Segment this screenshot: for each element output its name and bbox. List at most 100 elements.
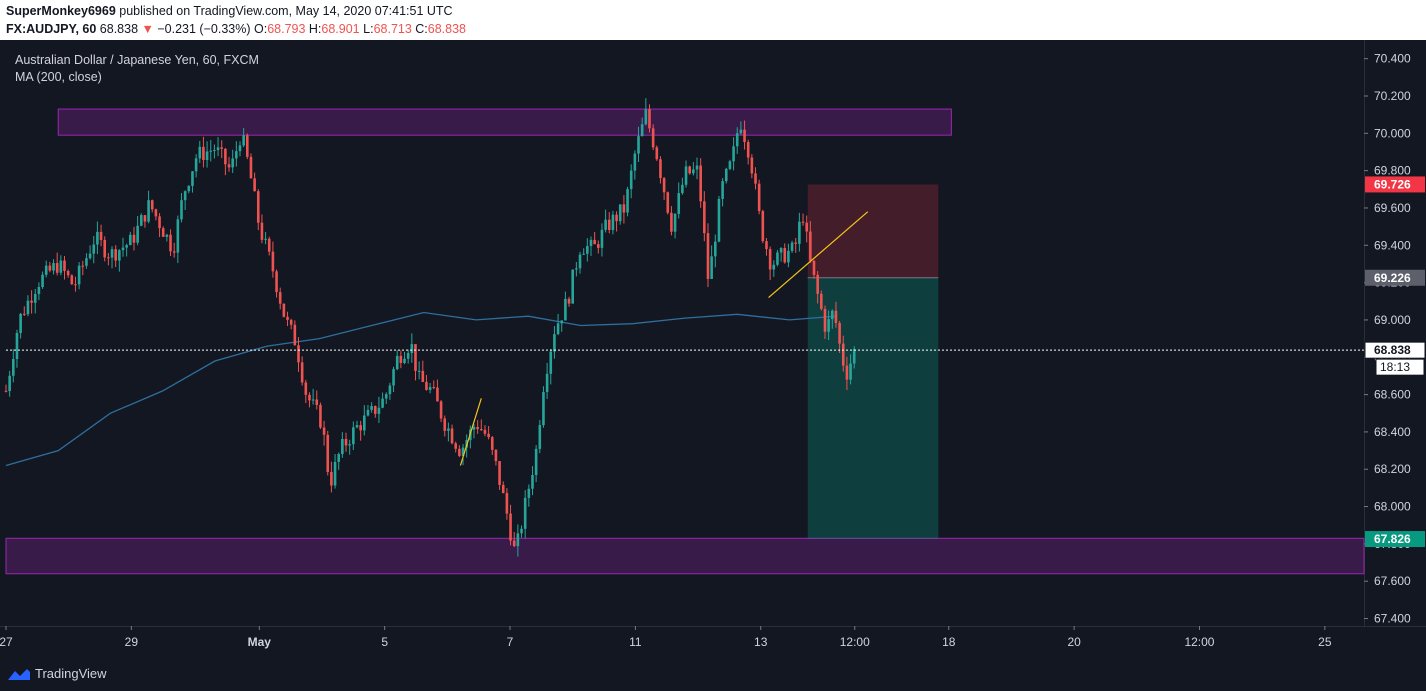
candle-body (531, 475, 534, 489)
x-tick-label: 25 (1318, 635, 1332, 649)
candle-body (534, 448, 538, 476)
x-tick-label: 12:00 (840, 635, 870, 649)
candle-body (176, 219, 180, 253)
candle-body (41, 274, 44, 288)
resistance-support-zone-0 (57, 108, 952, 136)
ma-200-line (5, 311, 837, 467)
candle-body (209, 150, 213, 152)
candle-body (615, 214, 618, 222)
candle-body (341, 438, 344, 455)
candle-body (776, 252, 779, 265)
candle-body (421, 370, 425, 382)
candle-body (202, 146, 205, 161)
low-label: L: (363, 22, 374, 36)
candle-body (713, 241, 717, 257)
candle-body (849, 363, 852, 380)
y-tick-label: 70.200 (1374, 89, 1411, 103)
candle-body (74, 284, 77, 286)
candle-body (165, 234, 169, 237)
candle-body (125, 245, 128, 248)
candle-body (659, 159, 662, 179)
chart-legend: Australian Dollar / Japanese Yen, 60, FX… (15, 52, 259, 86)
candle-body (103, 239, 107, 258)
candle-body (242, 135, 245, 146)
price-label-entry: 69.226 (1374, 271, 1411, 285)
candle-body (673, 213, 677, 232)
candle-body (132, 234, 136, 243)
candle-body (809, 231, 812, 261)
candle-body (172, 251, 176, 253)
candle-body (30, 300, 33, 303)
candle-body (352, 427, 355, 445)
candle-body (523, 497, 527, 529)
candle-body (161, 228, 165, 237)
y-tick-label: 69.800 (1374, 164, 1411, 178)
candle-body (633, 153, 637, 171)
candle-body (85, 258, 88, 266)
candle-body (322, 427, 326, 435)
candle-body (139, 215, 143, 226)
candle-body (26, 300, 30, 315)
publisher-name[interactable]: SuperMonkey6969 (6, 4, 116, 18)
candle-body (246, 135, 249, 157)
close-label: C: (415, 22, 428, 36)
candle-body (443, 418, 447, 431)
indicator-label[interactable]: MA (200, close) (15, 69, 259, 86)
open-label: O: (253, 22, 268, 36)
candle-body (410, 344, 414, 354)
candle-body (593, 239, 596, 245)
candle-body (330, 471, 333, 486)
x-tick-label: 18 (942, 635, 956, 649)
candle-body (772, 264, 776, 270)
candle-body (487, 433, 490, 438)
candle-body (699, 165, 702, 202)
candle-body (81, 265, 85, 267)
candle-body (63, 260, 66, 271)
tradingview-logo[interactable]: TradingView (7, 666, 107, 681)
candle-body (651, 128, 655, 148)
candle-body (586, 246, 589, 254)
y-tick-label: 68.400 (1374, 425, 1411, 439)
candle-body (403, 358, 406, 364)
x-tick-label: 7 (507, 635, 514, 649)
candle-body (96, 231, 99, 245)
candle-body (428, 387, 432, 390)
candle-body (395, 355, 399, 370)
candle-body (490, 437, 494, 450)
candle-body (406, 353, 410, 359)
candle-body (553, 334, 556, 352)
candle-body (213, 150, 216, 152)
price-change: −0.231 (−0.33%) (157, 22, 251, 36)
candle-body (575, 268, 578, 270)
candle-body (684, 166, 688, 185)
candle-body (538, 425, 542, 449)
candle-body (143, 215, 147, 222)
candle-body (483, 429, 487, 434)
candle-body (147, 200, 150, 222)
candle-body (373, 406, 377, 414)
candle-body (191, 171, 194, 186)
candle-body (326, 434, 330, 472)
candle-body (542, 392, 545, 426)
candle-body (666, 192, 670, 213)
candle-body (22, 313, 26, 315)
candle-body (311, 399, 315, 401)
candle-body (604, 219, 607, 230)
candle-body (381, 398, 384, 408)
candle-body (582, 253, 585, 255)
candle-body (827, 319, 830, 332)
price-chart[interactable]: 70.400 70.200 70.000 69.800 69.600 69.400 69.2… (0, 40, 1426, 691)
high-value: 68.901 (321, 22, 360, 36)
candle-body (55, 263, 59, 273)
candle-body (717, 198, 721, 242)
y-tick-label: 68.000 (1374, 500, 1411, 514)
candle-body (746, 142, 750, 158)
down-arrow-icon: ▼ (141, 22, 154, 36)
candle-body (216, 147, 220, 151)
close-value: 68.838 (427, 22, 467, 36)
y-tick-label: 69.600 (1374, 201, 1411, 215)
candle-body (436, 387, 439, 402)
candle-body (12, 359, 15, 376)
candle-body (472, 426, 476, 430)
open-value: 68.793 (267, 22, 306, 36)
